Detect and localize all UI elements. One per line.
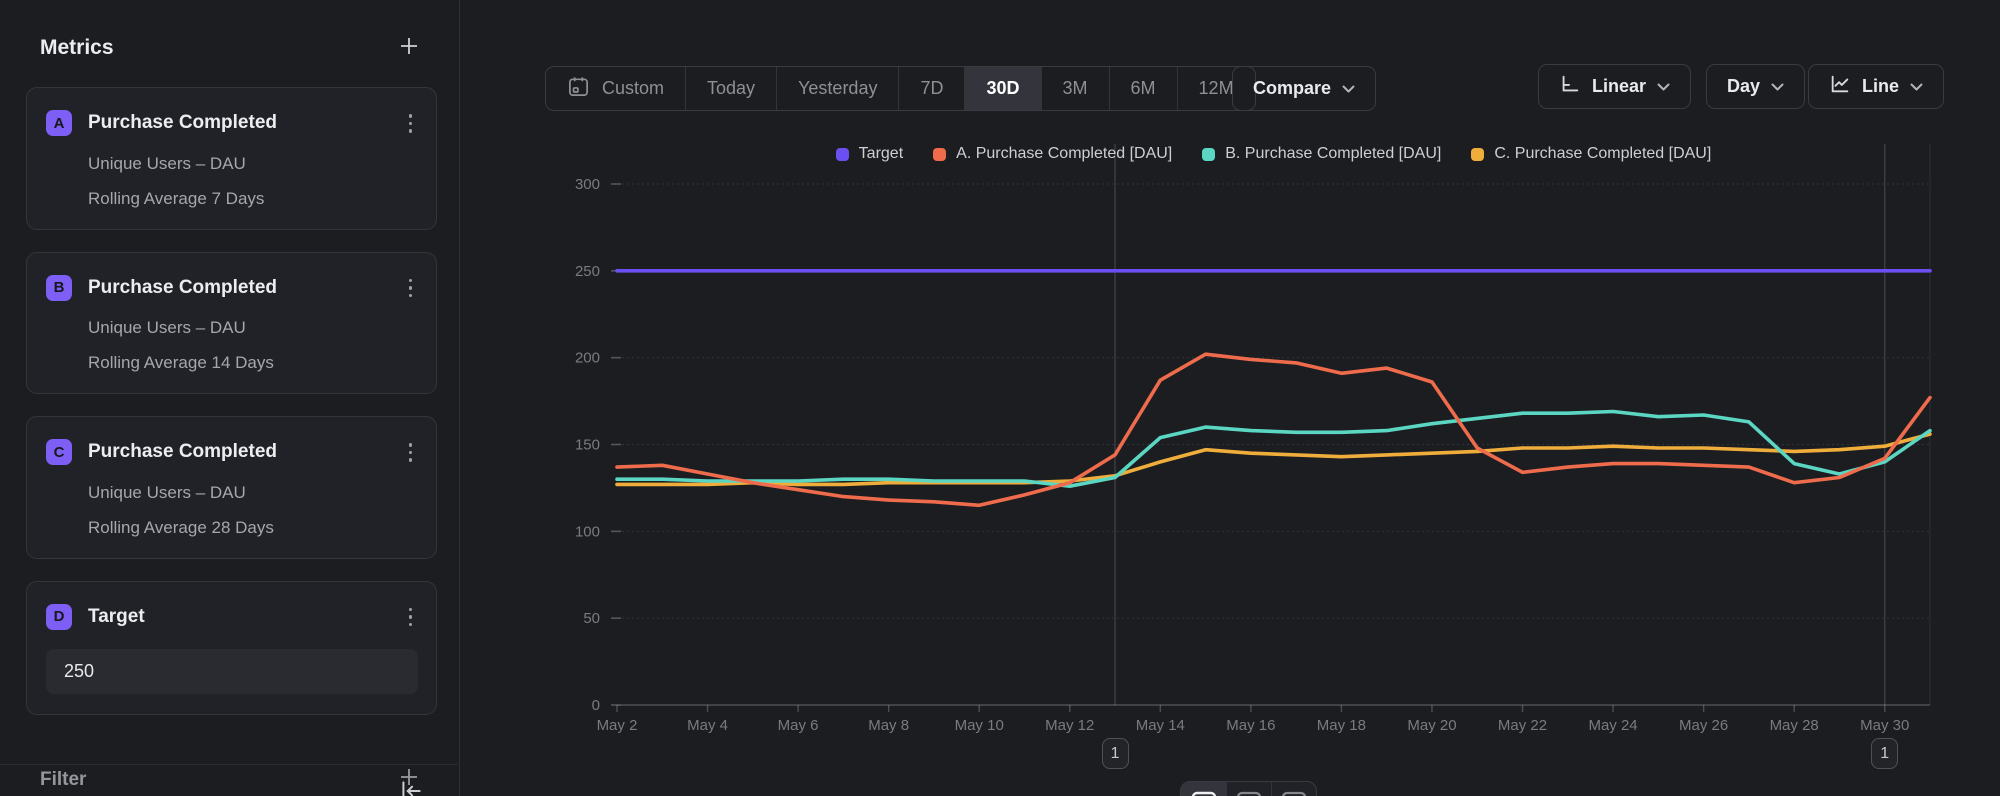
range-30d-button[interactable]: 30D — [964, 67, 1040, 110]
svg-text:0: 0 — [592, 697, 600, 714]
add-metric-button[interactable] — [393, 30, 425, 65]
metric-card-list: A Purchase Completed Unique Users – DAU Rol… — [0, 87, 459, 559]
sidebar-divider — [0, 764, 458, 765]
range-custom-button[interactable]: Custom — [546, 67, 685, 110]
chevron-down-icon — [1771, 76, 1784, 97]
line-chart[interactable]: 0 50 100 150 200 250 300 May 2 May 4 May 6 May 8 Ma… — [460, 130, 2000, 796]
metric-options-button[interactable] — [403, 108, 419, 139]
rows-icon — [1236, 791, 1262, 796]
svg-text:May 28: May 28 — [1770, 717, 1819, 734]
svg-text:May 24: May 24 — [1588, 717, 1637, 734]
range-yesterday-button[interactable]: Yesterday — [776, 67, 898, 110]
svg-text:May 20: May 20 — [1407, 717, 1456, 734]
range-today-button[interactable]: Today — [685, 67, 776, 110]
svg-text:250: 250 — [575, 263, 600, 280]
target-value-input[interactable] — [46, 649, 418, 694]
target-badge: D — [46, 604, 72, 630]
svg-text:May 2: May 2 — [597, 717, 638, 734]
annotation-chip[interactable]: 1 — [1102, 738, 1129, 769]
target-options-button[interactable] — [403, 602, 419, 633]
metrics-title: Metrics — [40, 36, 114, 60]
compare-button[interactable]: Compare — [1232, 66, 1376, 111]
chart-view-switcher — [1180, 781, 1317, 796]
metrics-dashboard: Metrics A Purchase Completed Unique Users … — [0, 0, 2000, 796]
filter-label: Filter — [40, 769, 86, 791]
svg-text:May 26: May 26 — [1679, 717, 1728, 734]
svg-text:May 22: May 22 — [1498, 717, 1547, 734]
metric-measure[interactable]: Unique Users – DAU — [88, 483, 418, 503]
collapse-left-icon — [398, 792, 424, 796]
metric-measure[interactable]: Unique Users – DAU — [88, 318, 418, 338]
target-card: D Target — [26, 581, 437, 716]
calendar-icon — [567, 75, 590, 103]
metrics-header: Metrics — [0, 0, 459, 87]
svg-text:May 12: May 12 — [1045, 717, 1094, 734]
metric-badge: A — [46, 110, 72, 136]
range-3m-button[interactable]: 3M — [1041, 67, 1109, 110]
svg-text:300: 300 — [575, 176, 600, 193]
svg-text:50: 50 — [583, 610, 600, 627]
metric-measure[interactable]: Unique Users – DAU — [88, 154, 418, 174]
chart-frame-icon — [1191, 791, 1217, 796]
metric-title: Purchase Completed — [88, 277, 403, 299]
svg-text:May 18: May 18 — [1317, 717, 1366, 734]
line-chart-icon — [1829, 73, 1851, 100]
chevron-down-icon — [1657, 76, 1670, 97]
chevron-down-icon — [1342, 78, 1355, 99]
svg-text:100: 100 — [575, 523, 600, 540]
metric-transform[interactable]: Rolling Average 28 Days — [88, 518, 418, 538]
svg-text:150: 150 — [575, 437, 600, 454]
svg-text:May 10: May 10 — [955, 717, 1004, 734]
svg-text:May 8: May 8 — [868, 717, 909, 734]
metric-options-button[interactable] — [403, 273, 419, 304]
metric-card: B Purchase Completed Unique Users – DAU Rol… — [26, 252, 437, 395]
annotation-chip[interactable]: 1 — [1871, 738, 1898, 769]
scale-select-button[interactable]: Linear — [1538, 64, 1691, 109]
metrics-sidebar: Metrics A Purchase Completed Unique Users … — [0, 0, 460, 796]
metric-card: C Purchase Completed Unique Users – DAU Rol… — [26, 416, 437, 559]
svg-text:200: 200 — [575, 350, 600, 367]
target-title: Target — [88, 606, 403, 628]
date-range-control: Custom Today Yesterday 7D 30D 3M 6M 12M — [545, 66, 1256, 111]
axis-scale-icon — [1559, 73, 1581, 100]
chart-type-select-button[interactable]: Line — [1808, 64, 1944, 109]
metric-title: Purchase Completed — [88, 112, 403, 134]
chart-panel: Custom Today Yesterday 7D 30D 3M 6M 12M … — [460, 0, 2000, 796]
svg-text:May 4: May 4 — [687, 717, 728, 734]
view-option-chart-button[interactable] — [1181, 782, 1226, 796]
svg-text:May 14: May 14 — [1136, 717, 1185, 734]
collapse-sidebar-button[interactable] — [398, 778, 424, 796]
metric-transform[interactable]: Rolling Average 7 Days — [88, 189, 418, 209]
metric-title: Purchase Completed — [88, 441, 403, 463]
plus-icon — [397, 34, 421, 61]
table-icon — [1281, 791, 1307, 796]
filter-section: Filter — [0, 737, 459, 796]
metric-options-button[interactable] — [403, 437, 419, 468]
svg-text:May 16: May 16 — [1226, 717, 1275, 734]
chevron-down-icon — [1910, 76, 1923, 97]
range-6m-button[interactable]: 6M — [1109, 67, 1177, 110]
svg-text:May 6: May 6 — [778, 717, 819, 734]
metric-card: A Purchase Completed Unique Users – DAU Rol… — [26, 87, 437, 230]
metric-badge: C — [46, 439, 72, 465]
metric-badge: B — [46, 275, 72, 301]
range-7d-button[interactable]: 7D — [898, 67, 964, 110]
view-option-rows-button[interactable] — [1226, 782, 1271, 796]
interval-select-button[interactable]: Day — [1706, 64, 1805, 109]
metric-transform[interactable]: Rolling Average 14 Days — [88, 353, 418, 373]
svg-text:May 30: May 30 — [1860, 717, 1909, 734]
view-option-table-button[interactable] — [1271, 782, 1316, 796]
